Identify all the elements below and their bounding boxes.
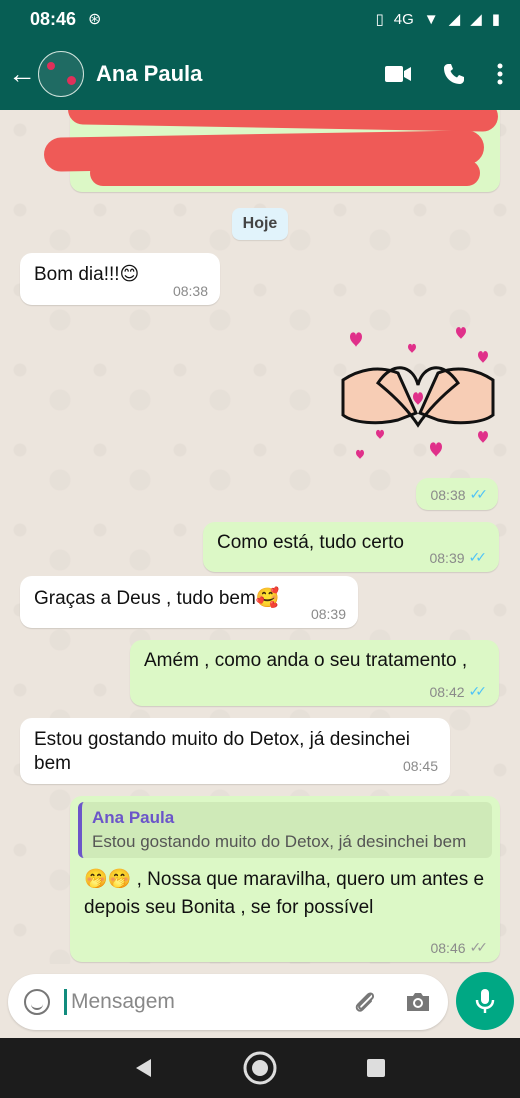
heart-hands-sticker[interactable] [338, 325, 498, 475]
wifi-icon: ▼ [423, 10, 439, 28]
status-icons: ▯ 4G ▼ ◢ ◢ ▮ [375, 10, 501, 29]
message-incoming[interactable]: Estou gostando muito do Detox, já desinc… [20, 718, 450, 784]
message-text: 🤭🤭 , Nossa que maravilha, quero um antes… [84, 869, 485, 918]
message-time: 08:46 [430, 939, 466, 956]
contact-avatar[interactable] [38, 51, 84, 97]
back-nav-icon[interactable] [133, 1057, 155, 1079]
status-time: 08:46 [30, 8, 77, 29]
header-actions [384, 62, 504, 86]
message-text: Graças a Deus , tudo bem🥰 [34, 588, 280, 609]
message-time: 08:45 [402, 758, 438, 774]
read-receipt-icon: ✓✓ [468, 549, 488, 565]
sync-icon: ⊛ [88, 11, 102, 28]
vibrate-icon: ▯ [375, 11, 384, 28]
chat-header: ← Ana Paula [0, 38, 520, 110]
signal-icon-2: ◢ [470, 11, 482, 28]
message-incoming[interactable]: Bom dia!!!😊 08:38 [20, 253, 220, 305]
message-incoming[interactable]: Graças a Deus , tudo bem🥰 08:39 [20, 576, 358, 628]
battery-icon: ▮ [491, 11, 500, 28]
message-input[interactable] [64, 989, 333, 1015]
message-outgoing[interactable]: Como está, tudo certo 08:39 ✓✓ [203, 522, 499, 572]
status-bar: 08:46 ⊛ ▯ 4G ▼ ◢ ◢ ▮ [0, 0, 520, 38]
composer-tools [352, 989, 432, 1015]
voice-record-button[interactable] [456, 972, 514, 1030]
home-nav-icon[interactable] [242, 1050, 278, 1086]
sticker-time-chip: 08:38 ✓✓ [416, 478, 498, 510]
message-time: 08:39 [310, 606, 346, 622]
microphone-icon [475, 989, 495, 1013]
message-composer [8, 974, 448, 1030]
redaction-mark [90, 160, 480, 186]
message-time: 08:42 [429, 683, 465, 700]
message-text: Amém , como anda o seu tratamento , [144, 650, 468, 671]
message-text: Como está, tudo certo [217, 532, 404, 553]
quoted-author: Ana Paula [92, 808, 175, 827]
attach-icon[interactable] [352, 989, 378, 1015]
network-type: 4G [393, 10, 414, 28]
read-receipt-icon: ✓✓ [468, 683, 488, 699]
message-time: 08:38 [430, 486, 466, 503]
message-outgoing-reply[interactable]: Ana Paula Estou gostando muito do Detox,… [70, 796, 500, 962]
message-text: Bom dia!!!😊 [34, 264, 140, 285]
date-divider: Hoje [232, 208, 288, 240]
read-receipt-icon: ✓✓ [469, 486, 489, 502]
quoted-text: Estou gostando muito do Detox, já desinc… [92, 832, 467, 851]
system-nav-bar [0, 1038, 520, 1098]
signal-icon: ◢ [448, 11, 461, 28]
phone-call-icon[interactable] [442, 62, 466, 86]
recents-nav-icon[interactable] [365, 1057, 387, 1079]
contact-name[interactable]: Ana Paula [96, 61, 202, 87]
message-text: Estou gostando muito do Detox, já desinc… [34, 729, 411, 774]
camera-icon[interactable] [404, 990, 432, 1014]
chat-area[interactable]: Hoje Bom dia!!!😊 08:38 08:38 ✓✓ Como está… [0, 110, 520, 964]
delivered-receipt-icon: ✓✓ [469, 939, 489, 955]
back-arrow-icon[interactable]: ← [8, 58, 36, 90]
message-time: 08:38 [172, 283, 208, 299]
message-outgoing[interactable]: Amém , como anda o seu tratamento , 08:4… [130, 640, 499, 706]
message-time: 08:39 [429, 549, 465, 566]
more-options-icon[interactable] [496, 62, 504, 86]
quoted-message[interactable]: Ana Paula Estou gostando muito do Detox,… [78, 802, 492, 858]
emoji-icon[interactable] [24, 989, 50, 1015]
video-call-icon[interactable] [384, 64, 412, 84]
